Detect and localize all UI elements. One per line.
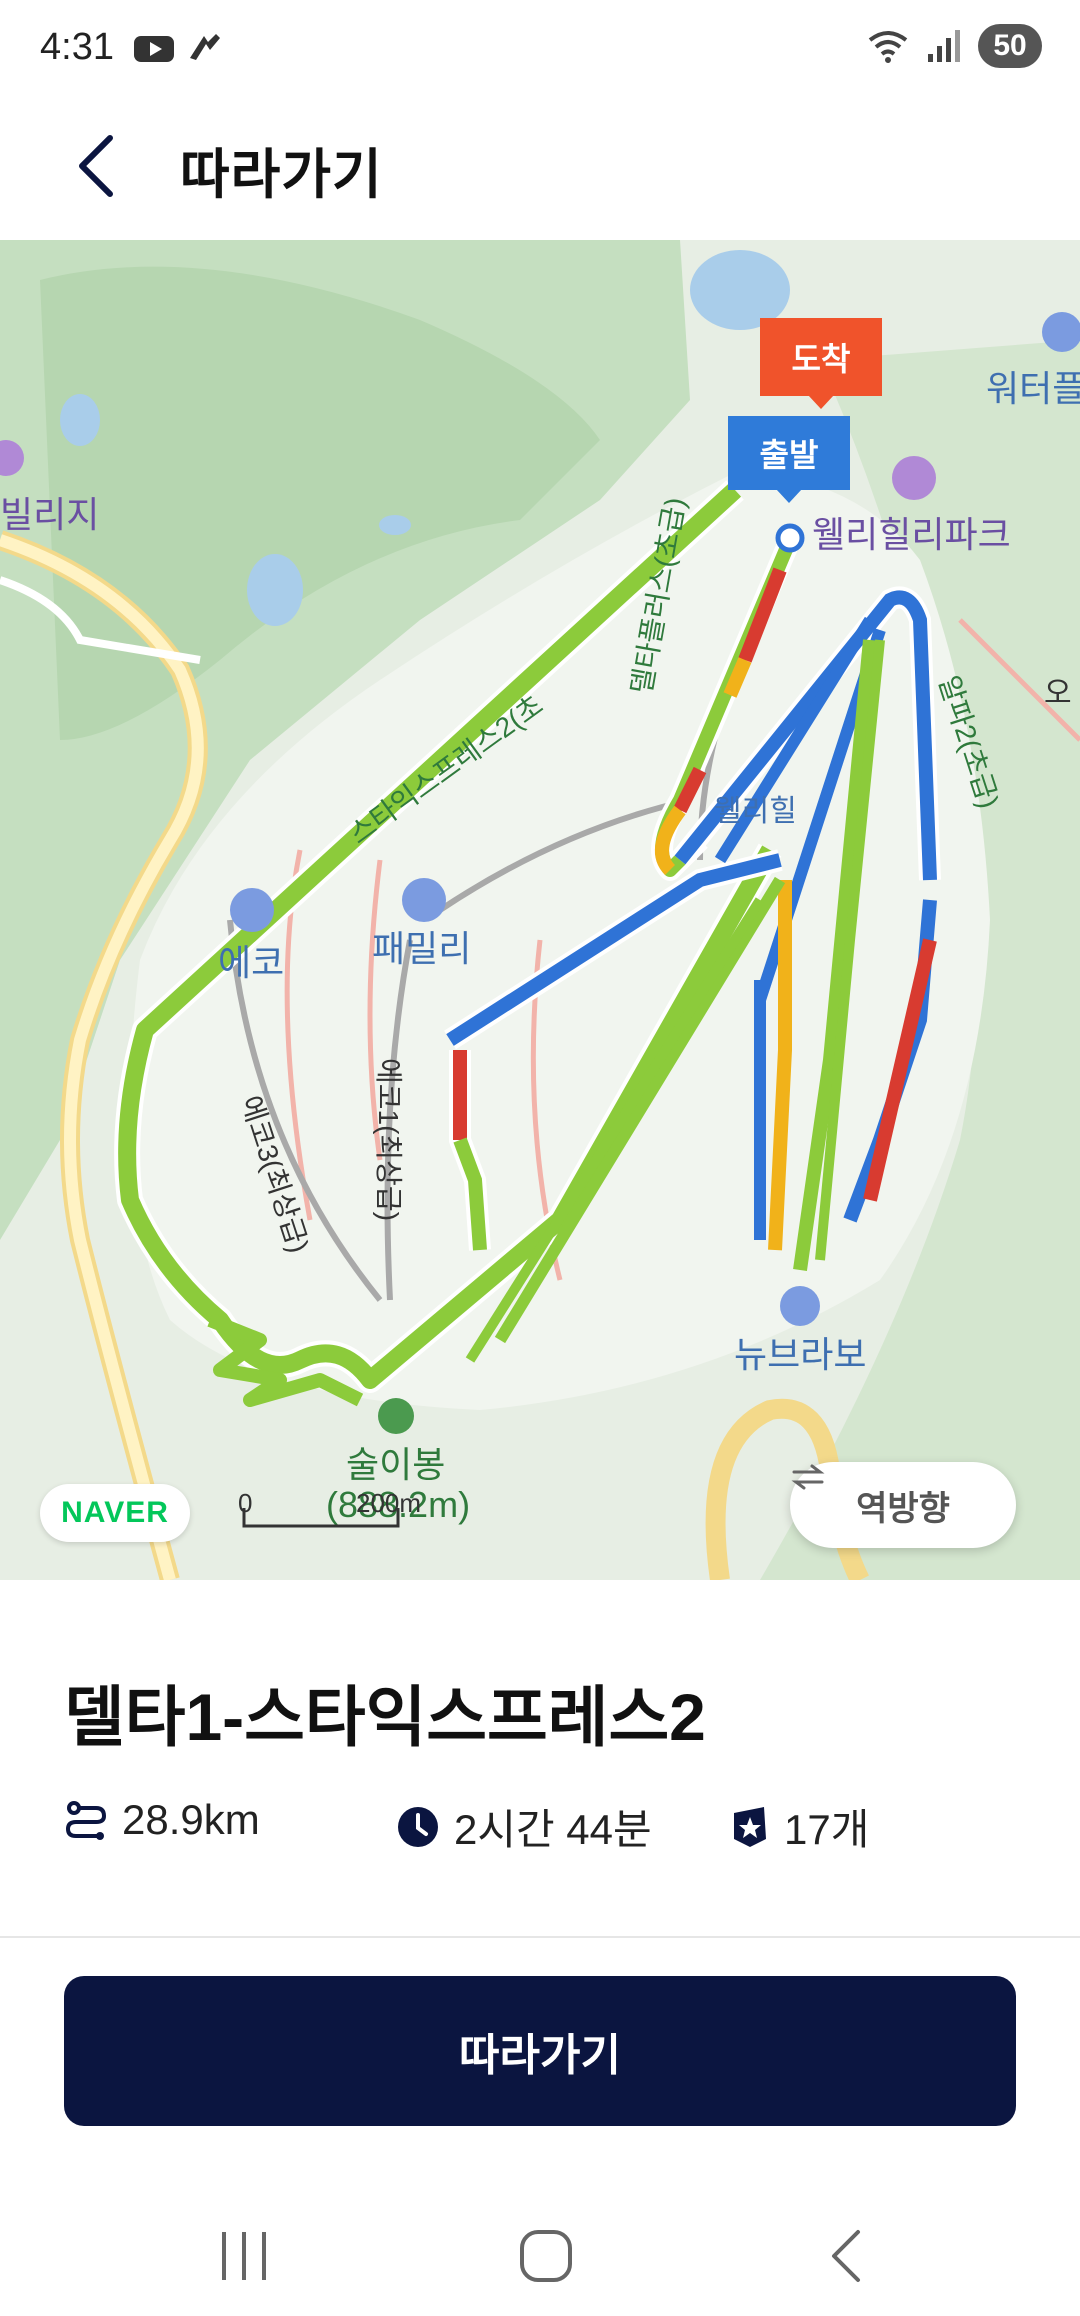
distance-stat: 28.9km	[64, 1796, 260, 1844]
checkpoints-stat: 17개	[730, 1796, 869, 1857]
signal-icon	[928, 30, 960, 62]
map-label-park: 웰리힐리파크	[812, 514, 1011, 555]
status-right-icons: 50	[866, 24, 1042, 68]
follow-button[interactable]: 따라가기	[64, 1976, 1016, 2126]
recent-apps-icon	[222, 2232, 266, 2280]
home-button[interactable]	[506, 2216, 586, 2296]
reverse-direction-button[interactable]: 역방향	[790, 1462, 1016, 1548]
distance-value: 28.9km	[122, 1796, 260, 1843]
map-label-new-bravo: 뉴브라보	[734, 1334, 867, 1375]
youtube-icon	[134, 36, 174, 62]
header: 따라가기	[0, 96, 1080, 240]
back-icon	[832, 2230, 860, 2282]
battery-indicator: 50	[978, 24, 1042, 68]
map-label-echo: 에코	[218, 942, 285, 983]
wifi-icon	[868, 31, 908, 63]
app-icon	[190, 34, 220, 60]
clock-icon	[398, 1806, 438, 1847]
page-title: 따라가기	[180, 145, 383, 205]
arrival-marker-pointer	[808, 395, 834, 409]
scale-distance-label: 200m	[356, 1488, 422, 1518]
chevron-left-icon	[79, 135, 113, 197]
route-title: 델타1-스타익스프레스2	[64, 1680, 706, 1754]
start-marker[interactable]: 출발	[728, 416, 850, 490]
map-label-wellhilli-small: 웰리힐	[714, 795, 797, 828]
map-label-village: 빌리지	[0, 494, 100, 535]
status-time: 4:31	[40, 26, 114, 68]
star-badge-icon	[734, 1806, 766, 1847]
scale-zero-label: 0	[238, 1488, 253, 1518]
naver-logo: NAVER	[40, 1484, 190, 1542]
back-button[interactable]	[60, 126, 140, 206]
divider	[0, 1936, 1080, 1938]
route-stats: 28.9km 2시간 44분 17개	[64, 1796, 1024, 1856]
arrival-marker[interactable]: 도착	[760, 318, 882, 396]
map-canvas[interactable]	[0, 240, 1080, 1580]
reverse-direction-label: 역방향	[856, 1489, 950, 1528]
status-bar: 4:31 50	[0, 0, 1080, 96]
map-label-water-play: 워터플	[986, 368, 1080, 409]
system-nav-bar	[0, 2180, 1080, 2316]
checkpoints-value: 17개	[784, 1806, 870, 1853]
duration-stat: 2시간 44분	[396, 1796, 652, 1857]
route-distance-icon	[65, 1801, 107, 1840]
start-marker-pointer	[776, 489, 802, 503]
map-label-echo1: 에코1(최상급)	[373, 1058, 404, 1222]
home-icon	[520, 2230, 572, 2282]
map-label-o: 오	[1044, 677, 1072, 710]
swap-arrows-icon	[791, 1464, 825, 1490]
status-app-icons	[132, 28, 226, 68]
route-map[interactable]: 워터플 빌리지 웰리힐리파크 델타플러스(초급) 알파2(초급) 오 스타익스프…	[0, 240, 1080, 1580]
back-nav-button[interactable]	[808, 2216, 888, 2296]
recent-apps-button[interactable]	[204, 2216, 284, 2296]
map-label-family: 패밀리	[372, 928, 472, 969]
map-label-sulibong: 술이봉	[346, 1444, 446, 1485]
duration-value: 2시간 44분	[454, 1806, 652, 1853]
